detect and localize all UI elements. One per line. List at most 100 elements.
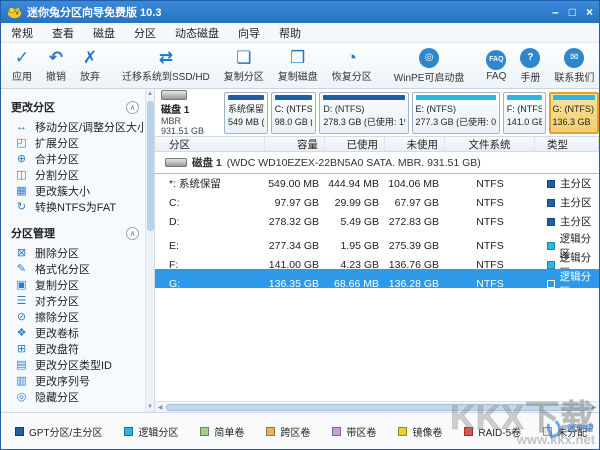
sidebar-scrollbar[interactable]: ▲ ▼	[145, 89, 154, 412]
chevron-up-icon[interactable]: ∧	[126, 226, 139, 240]
maximize-button[interactable]: □	[569, 6, 576, 18]
section-change-partition[interactable]: 更改分区 ∧	[11, 95, 145, 119]
sidebar-item-change-label[interactable]: ❖ 更改卷标	[11, 325, 145, 341]
menu-general[interactable]: 常规	[11, 25, 33, 41]
sidebar-item-convert-ntfs-to-fat[interactable]: ↻ 转换NTFS为FAT	[11, 199, 145, 215]
legend-raid5-volume: RAID-5卷	[464, 424, 521, 439]
winpe-disc-icon: ◎	[419, 47, 440, 68]
window-title: 迷你兔分区向导免费版 10.3	[27, 7, 162, 19]
table-header-row: 分区 容量 已使用 未使用 文件系统 类型	[155, 137, 599, 152]
label-tag-icon: ❖	[16, 326, 27, 339]
split-icon: ◫	[16, 168, 27, 181]
scroll-right-arrow-icon[interactable]: ▶	[589, 404, 599, 411]
menu-help[interactable]: 帮助	[279, 25, 301, 41]
disk-map: 磁盘 1 MBR 931.51 GB 系统保留(N 549 MB (已 C: (…	[155, 89, 599, 137]
disk-map-block-g-selected[interactable]: G: (NTFS) 136.3 GB	[548, 91, 599, 134]
minimize-button[interactable]: –	[552, 6, 559, 18]
disk-map-block-c[interactable]: C: (NTFS) 98.0 GB (已	[270, 91, 317, 134]
disk-map-block-e[interactable]: E: (NTFS) 277.3 GB (已使用: 0%)	[411, 91, 500, 134]
menu-partition[interactable]: 分区	[134, 25, 156, 41]
section-partition-management[interactable]: 分区管理 ∧	[11, 221, 145, 245]
chevron-up-icon[interactable]: ∧	[126, 100, 139, 114]
logical-partition-color-icon	[547, 261, 555, 269]
copy-disk-button[interactable]: ❒ 复制磁盘	[271, 45, 325, 86]
scroll-left-arrow-icon[interactable]: ◀	[155, 404, 165, 411]
disk-map-block-system-reserved[interactable]: 系统保留(N 549 MB (已	[224, 91, 268, 134]
recover-partition-icon: ◔	[346, 48, 357, 67]
table-row-c[interactable]: C: 97.97 GB 29.99 GB 67.97 GB NTFS 主分区	[155, 193, 599, 212]
menu-view[interactable]: 查看	[52, 25, 74, 41]
legend-logical: 逻辑分区	[124, 424, 178, 439]
usage-bar	[228, 94, 264, 100]
scroll-down-arrow-icon[interactable]: ▼	[147, 402, 153, 412]
close-button[interactable]: ×	[586, 6, 593, 18]
sidebar-item-change-cluster-size[interactable]: ▦ 更改簇大小	[11, 183, 145, 199]
scroll-up-arrow-icon[interactable]: ▲	[147, 89, 153, 99]
sidebar-content: 更改分区 ∧ ↔ 移动分区/调整分区大小 ◰ 扩展分区 ⊕ 合并分区 ◫ 分割分…	[1, 89, 145, 412]
x-icon: ✗	[82, 48, 98, 67]
check-icon: ✓	[14, 48, 30, 67]
cluster-grid-icon: ▦	[16, 184, 27, 197]
recover-partition-button[interactable]: ◔ 恢复分区	[325, 45, 379, 86]
column-header-partition[interactable]: 分区	[155, 137, 265, 152]
sidebar-item-format-partition[interactable]: ✎ 格式化分区	[11, 261, 145, 277]
table-row-d[interactable]: D: 278.32 GB 5.49 GB 272.83 GB NTFS 主分区	[155, 212, 599, 231]
legend-spanned-volume: 跨区卷	[266, 424, 310, 439]
column-header-unused[interactable]: 未使用	[385, 137, 445, 152]
convert-icon: ↻	[16, 200, 27, 213]
horizontal-scrollbar[interactable]: ◀ ▶	[155, 401, 599, 412]
trash-icon: ⊠	[16, 246, 27, 259]
sidebar-item-change-drive-letter[interactable]: ⊞ 更改盘符	[11, 341, 145, 357]
table-row-g-selected[interactable]: G: 136.35 GB 68.66 MB 136.28 GB NTFS 逻辑分…	[155, 269, 599, 298]
column-header-capacity[interactable]: 容量	[265, 137, 325, 152]
eye-icon: ◎	[16, 390, 27, 403]
faq-button[interactable]: FAQ FAQ	[479, 45, 513, 86]
sidebar-item-align-partition[interactable]: ☰ 对齐分区	[11, 293, 145, 309]
menu-wizard[interactable]: 向导	[238, 25, 260, 41]
sidebar-item-hide-partition[interactable]: ◎ 隐藏分区	[11, 389, 145, 405]
sidebar-item-merge-partition[interactable]: ⊕ 合并分区	[11, 151, 145, 167]
apply-button[interactable]: ✓ 应用	[5, 45, 39, 86]
column-header-type[interactable]: 类型	[535, 137, 599, 152]
primary-partition-color-icon	[547, 179, 555, 188]
wipe-icon: ⊘	[16, 310, 27, 323]
scrollbar-thumb[interactable]	[146, 101, 154, 231]
sidebar-item-split-partition[interactable]: ◫ 分割分区	[11, 167, 145, 183]
migrate-os-button[interactable]: ⇄ 迁移系统到SSD/HD	[115, 45, 217, 86]
sidebar-item-move-resize-partition[interactable]: ↔ 移动分区/调整分区大小	[11, 119, 145, 135]
sidebar-item-copy-partition[interactable]: ▣ 复制分区	[11, 277, 145, 293]
menu-bar: 常规 查看 磁盘 分区 动态磁盘 向导 帮助	[1, 23, 599, 43]
usage-bar	[506, 94, 542, 100]
table-row-f[interactable]: F: 141.00 GB 4.23 GB 136.76 GB NTFS 逻辑分区	[155, 250, 599, 279]
sidebar-item-extend-partition[interactable]: ◰ 扩展分区	[11, 135, 145, 151]
action-sidebar: 更改分区 ∧ ↔ 移动分区/调整分区大小 ◰ 扩展分区 ⊕ 合并分区 ◫ 分割分…	[1, 89, 155, 412]
disk-map-block-f[interactable]: F: (NTFS) 141.0 GB (	[502, 91, 546, 134]
sidebar-item-delete-partition[interactable]: ⊠ 删除分区	[11, 245, 145, 261]
table-row-e[interactable]: E: 277.34 GB 1.95 GB 275.39 GB NTFS 逻辑分区	[155, 231, 599, 260]
faq-icon: FAQ	[486, 49, 507, 70]
sidebar-item-wipe-partition[interactable]: ⊘ 擦除分区	[11, 309, 145, 325]
main-panel: 磁盘 1 MBR 931.51 GB 系统保留(N 549 MB (已 C: (…	[155, 89, 599, 412]
disk-map-block-d[interactable]: D: (NTFS) 278.3 GB (已使用: 1%)	[319, 91, 409, 134]
sidebar-item-change-partition-type-id[interactable]: ▤ 更改分区类型ID	[11, 357, 145, 373]
contact-us-button[interactable]: ✉ 联系我们	[547, 45, 600, 86]
partition-table: 分区 容量 已使用 未使用 文件系统 类型 磁盘 1 (WDC WD10EZEX…	[155, 137, 599, 401]
envelope-icon: ✉	[564, 47, 585, 68]
scrollbar-thumb[interactable]	[166, 403, 588, 411]
app-body: 更改分区 ∧ ↔ 移动分区/调整分区大小 ◰ 扩展分区 ⊕ 合并分区 ◫ 分割分…	[1, 89, 599, 412]
sidebar-item-change-serial-number[interactable]: ▥ 更改序列号	[11, 373, 145, 389]
menu-disk[interactable]: 磁盘	[93, 25, 115, 41]
manual-button[interactable]: ? 手册	[513, 45, 547, 86]
primary-partition-color-icon	[547, 217, 555, 226]
copy-partition-button[interactable]: ❏ 复制分区	[217, 45, 271, 86]
menu-dynamic-disk[interactable]: 动态磁盘	[175, 25, 219, 41]
discard-button[interactable]: ✗ 放弃	[73, 45, 107, 86]
column-header-filesystem[interactable]: 文件系统	[445, 137, 535, 152]
hard-disk-icon	[161, 89, 187, 100]
undo-button[interactable]: ↶ 撤销	[39, 45, 73, 86]
winpe-bootable-disk-button[interactable]: ◎ WinPE可启动盘	[387, 45, 472, 86]
disk-group-row[interactable]: 磁盘 1 (WDC WD10EZEX-22BN5A0 SATA. MBR. 93…	[155, 152, 599, 174]
column-header-used[interactable]: 已使用	[325, 137, 385, 152]
table-row-system-reserved[interactable]: *: 系统保留 549.00 MB 444.94 MB 104.06 MB NT…	[155, 174, 599, 193]
color-swatch-icon	[398, 426, 408, 436]
